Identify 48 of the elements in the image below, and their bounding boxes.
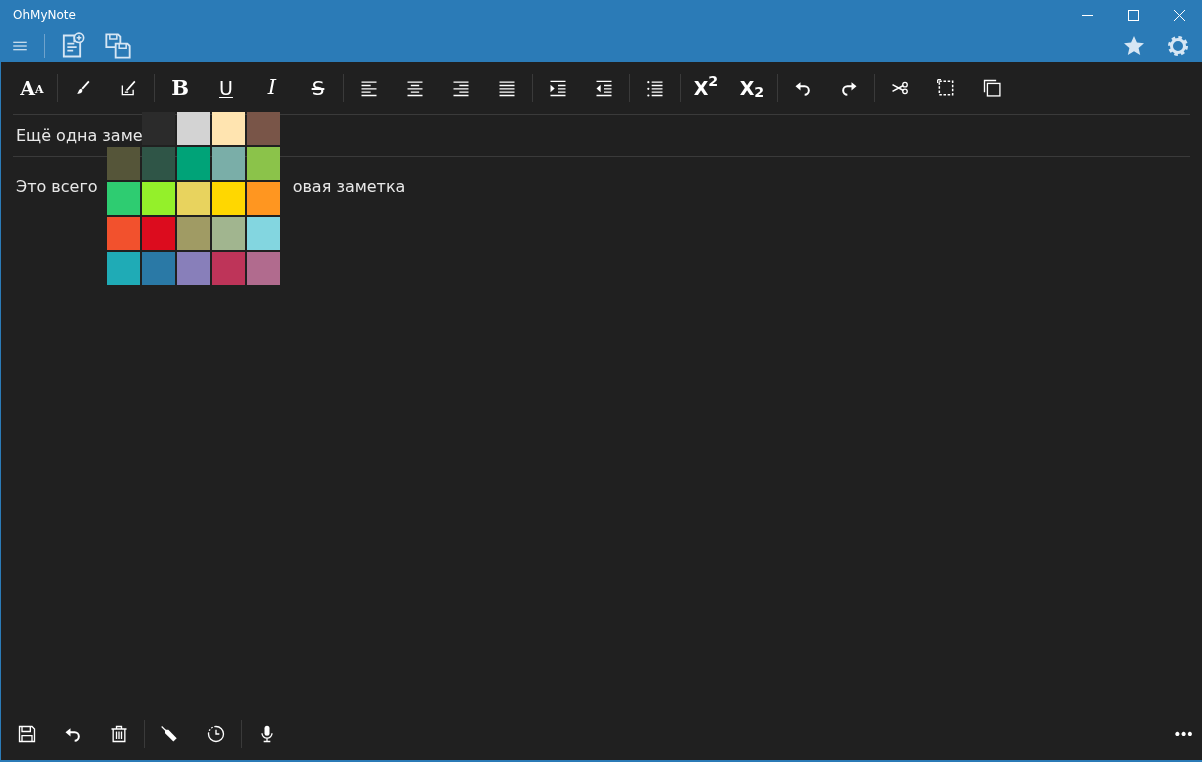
dashed-square-icon: [936, 78, 956, 98]
note-body-text[interactable]: Это всего: [13, 175, 98, 199]
note-title[interactable]: Ещё одна заме: [13, 123, 143, 148]
clock-history-icon: [206, 724, 226, 744]
color-swatch[interactable]: [142, 182, 175, 215]
color-swatch[interactable]: [177, 182, 210, 215]
color-swatch[interactable]: [177, 252, 210, 285]
color-swatch[interactable]: [107, 217, 140, 250]
delete-icon: [109, 724, 129, 744]
underline-button[interactable]: U: [203, 63, 249, 113]
color-swatch[interactable]: [177, 147, 210, 180]
color-swatch[interactable]: [177, 112, 210, 145]
font-size-button[interactable]: AA: [9, 63, 55, 113]
color-swatch[interactable]: [177, 217, 210, 250]
color-swatch[interactable]: [212, 112, 245, 145]
note-body-text[interactable]: овая заметка: [292, 175, 406, 199]
color-swatch[interactable]: [107, 252, 140, 285]
bulleted-list-icon: [645, 78, 665, 98]
color-swatch[interactable]: [212, 147, 245, 180]
window-title: OhMyNote: [12, 7, 76, 24]
color-swatch[interactable]: [142, 147, 175, 180]
color-swatch[interactable]: [247, 252, 280, 285]
color-swatch[interactable]: [247, 147, 280, 180]
color-swatch[interactable]: [212, 182, 245, 215]
color-swatch[interactable]: [247, 182, 280, 215]
floppy-disks-icon: [104, 32, 132, 60]
color-swatch[interactable]: [247, 112, 280, 145]
color-swatch[interactable]: [212, 217, 245, 250]
maximize-icon: [1127, 9, 1139, 21]
copy-icon: [982, 78, 1002, 98]
color-swatch[interactable]: [107, 182, 140, 215]
script-button[interactable]: X$^{2}$: [683, 63, 729, 113]
settings-icon: [1166, 34, 1190, 58]
close-icon: [1173, 9, 1185, 21]
color-swatch[interactable]: [142, 252, 175, 285]
color-swatch[interactable]: [212, 252, 245, 285]
color-swatch[interactable]: [142, 112, 175, 145]
star-icon: [1122, 34, 1146, 58]
italic-button[interactable]: I: [249, 63, 295, 113]
color-swatch[interactable]: [142, 217, 175, 250]
color-swatch[interactable]: [247, 217, 280, 250]
outdent-icon: [594, 78, 614, 98]
color-swatch[interactable]: [107, 147, 140, 180]
indent-icon: [548, 78, 568, 98]
more-button[interactable]: •••: [1173, 723, 1192, 745]
bold-button[interactable]: B: [157, 63, 203, 113]
script-button[interactable]: X$_{2}$: [729, 63, 775, 113]
strikethrough-button[interactable]: S: [295, 63, 341, 113]
